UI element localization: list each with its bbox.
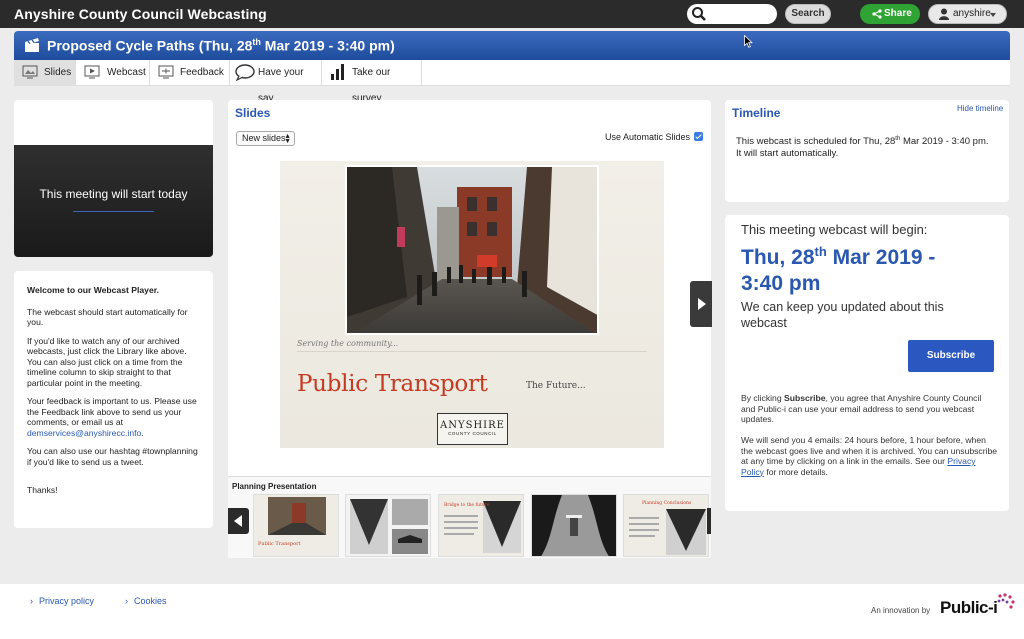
welcome-signoff: Thanks! xyxy=(27,485,58,495)
video-status-text: This meeting will start today xyxy=(39,187,188,201)
tab-bar: Slides Webcast Feedback Have your say Ta… xyxy=(14,60,1010,104)
tab-have-your-say[interactable]: Have your say xyxy=(230,60,322,104)
subscribe-panel: This meeting webcast will begin: Thu, 28… xyxy=(725,215,1009,511)
user-icon xyxy=(939,8,949,20)
chevron-down-icon xyxy=(990,13,996,17)
strip-prev-button[interactable] xyxy=(228,508,249,534)
public-i-dots-icon xyxy=(997,593,1015,609)
mouse-cursor-icon xyxy=(744,35,753,48)
anyshire-logo: ANYSHIRE COUNTY COUNCIL xyxy=(437,413,508,445)
footer: › Privacy policy › Cookies An innovation b… xyxy=(0,584,1024,639)
search-input[interactable] xyxy=(711,6,771,22)
page-title: Proposed Cycle Paths (Thu, 28th Mar 2019… xyxy=(47,37,395,54)
slide-divider xyxy=(297,351,647,352)
tab-webcast[interactable]: Webcast xyxy=(76,60,150,86)
timeline-heading: Timeline xyxy=(732,106,781,120)
start-date: Thu, 28th Mar 2019 -3:40 pm xyxy=(741,244,936,295)
email-info: We will send you 4 emails: 24 hours befo… xyxy=(741,435,998,477)
chevron-right-icon: › xyxy=(125,596,128,606)
slides-icon xyxy=(22,65,38,79)
search-box[interactable] xyxy=(687,4,777,24)
search-button[interactable]: Search xyxy=(785,4,831,24)
presentation-title: Planning Presentation xyxy=(232,482,317,491)
tab-feedback[interactable]: Feedback xyxy=(150,60,230,86)
slides-select[interactable]: New slides ▲ ▼ xyxy=(236,131,295,146)
subscribe-terms: By clicking Subscribe, you agree that An… xyxy=(741,393,982,424)
slide-subtitle: The Future... xyxy=(526,381,586,391)
timeline-text: This webcast is scheduled for Thu, 28th … xyxy=(736,136,989,160)
slide-strip: Planning Presentation Public Transport B… xyxy=(228,476,711,558)
feedback-icon xyxy=(158,65,174,79)
street-photo xyxy=(345,165,599,335)
bar-chart-icon xyxy=(331,64,344,80)
share-button[interactable]: Share xyxy=(860,4,920,24)
slide-thumbnail[interactable]: Bridge to the future xyxy=(438,494,524,557)
clapperboard-icon xyxy=(25,38,39,52)
footer-cookies-link[interactable]: › Cookies xyxy=(125,596,167,606)
tab-take-our-survey[interactable]: Take our survey xyxy=(322,60,422,104)
chevron-right-icon: › xyxy=(30,596,33,606)
next-slide-button[interactable] xyxy=(690,281,712,327)
footer-privacy-link[interactable]: › Privacy policy xyxy=(30,596,94,606)
email-link[interactable]: demservices@anyshirecc.info xyxy=(27,428,141,438)
tab-slides[interactable]: Slides xyxy=(14,60,76,86)
top-bar: Anyshire County Council Webcasting Searc… xyxy=(0,0,1024,28)
slide-thumbnail[interactable]: Public Transport xyxy=(253,494,339,557)
updates-text: We can keep you updated about this webca… xyxy=(741,300,944,330)
subscribe-button[interactable]: Subscribe xyxy=(908,340,994,372)
current-slide: Serving the community... Public Transpor… xyxy=(280,161,664,448)
site-title[interactable]: Anyshire County Council Webcasting xyxy=(14,6,267,22)
search-icon xyxy=(692,7,706,21)
select-arrows-icon: ▲ ▼ xyxy=(284,133,291,145)
auto-slides-label: Use Automatic Slides xyxy=(605,132,691,142)
user-name: anyshire xyxy=(953,8,991,19)
auto-slides-checkbox[interactable] xyxy=(694,132,703,141)
page-title-bar: Proposed Cycle Paths (Thu, 28th Mar 2019… xyxy=(14,31,1010,60)
share-icon xyxy=(872,9,882,19)
video-player[interactable]: This meeting will start today xyxy=(14,100,213,257)
welcome-paragraph: You can also use our hashtag #townplanni… xyxy=(27,446,198,467)
video-divider xyxy=(73,211,154,212)
speech-bubble-icon xyxy=(235,64,255,81)
slide-tagline: Serving the community... xyxy=(297,339,399,348)
welcome-title: Welcome to our Webcast Player. xyxy=(27,285,159,295)
welcome-paragraph: If you'd like to watch any of our archiv… xyxy=(27,335,187,388)
welcome-paragraph: The webcast should start automatically f… xyxy=(27,306,188,328)
welcome-paragraph: Your feedback is important to us. Please… xyxy=(27,396,197,438)
slide-title: Public Transport xyxy=(297,371,488,397)
timeline-panel: Timeline Hide timeline This webcast is s… xyxy=(725,100,1009,202)
public-i-logo[interactable]: Public-i xyxy=(940,598,998,618)
hide-timeline-link[interactable]: Hide timeline xyxy=(957,104,1003,113)
innovation-label: An innovation by xyxy=(871,606,931,615)
slide-thumbnail[interactable] xyxy=(345,494,431,557)
begin-label: This meeting webcast will begin: xyxy=(741,222,928,237)
slides-panel: Slides New slides ▲ ▼ Use Automatic Slides xyxy=(228,100,712,558)
welcome-panel: Welcome to our Webcast Player. The webca… xyxy=(14,271,213,528)
slide-thumbnail[interactable] xyxy=(531,494,617,557)
slide-thumbnail[interactable]: Planning Conclusions xyxy=(623,494,709,557)
play-icon xyxy=(84,65,100,79)
strip-next-button[interactable] xyxy=(707,508,711,534)
share-label: Share xyxy=(884,8,912,19)
video-screen: This meeting will start today xyxy=(14,145,213,257)
user-menu-button[interactable]: anyshire xyxy=(928,4,1007,24)
slides-heading: Slides xyxy=(235,106,271,120)
